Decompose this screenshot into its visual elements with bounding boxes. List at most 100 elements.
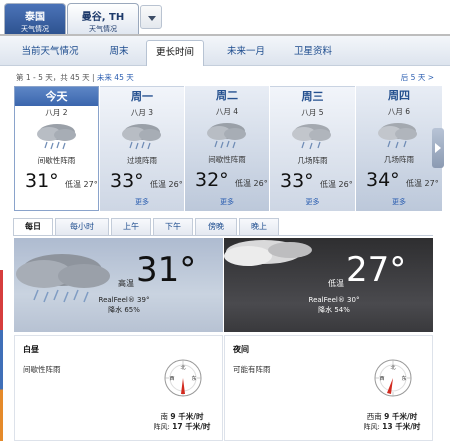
period-tabs: 每日 每小时 上午 下午 傍晚 晚上 — [13, 218, 433, 236]
more-link[interactable]: 更多 — [356, 197, 442, 207]
next-5-days-link[interactable]: 后 5 天 > — [401, 72, 434, 83]
day-card-mon[interactable]: 周一 八月 3 过境阵雨 33° 低温 26° 更多 — [100, 86, 184, 211]
location-tab-thailand[interactable]: 泰国 天气情况 — [4, 3, 66, 35]
main-nav: 当前天气情况 周末 更长时间 未来一月 卫星资料 — [0, 36, 450, 66]
compass-north-label: 北 — [180, 364, 185, 371]
day-realfeel: RealFeel® 39° — [98, 296, 150, 304]
low-temp: 低温 26° — [150, 180, 183, 189]
night-realfeel: RealFeel® 30° — [308, 296, 360, 304]
night-wind-direction: 西南 — [366, 412, 382, 421]
low-temp: 低温 27° — [65, 180, 98, 189]
day-panel-desc: 间歇性阵雨 — [23, 365, 61, 374]
day-name: 周三 — [301, 90, 324, 103]
day-temps: 33° 低温 26° — [100, 170, 184, 196]
five-day-strip: 今天 八月 2 间歇性阵雨 31° 低温 27° 周一 八月 3 过境阵雨 33… — [14, 86, 442, 211]
night-wind-speed: 9 千米/时 — [384, 412, 418, 421]
night-gust-speed: 13 千米/时 — [382, 422, 421, 431]
range-row: 第 1 - 5 天，共 45 天 | 未来 45 天 后 5 天 > — [0, 68, 450, 84]
day-desc: 几场阵雨 — [297, 156, 328, 165]
chevron-down-icon — [148, 16, 156, 21]
day-gust-speed: 17 千米/时 — [172, 422, 211, 431]
night-panel: 夜间 可能有阵雨 北 东 西 西南 9 千米/时 阵风: 13 千米/时 — [224, 335, 433, 441]
nav-tab-satellite[interactable]: 卫星资料 — [284, 40, 342, 66]
night-panel-desc: 可能有阵雨 — [233, 365, 271, 374]
high-temp: 31° — [25, 170, 59, 192]
low-temp: 低温 26° — [235, 179, 268, 188]
day-card-today[interactable]: 今天 八月 2 间歇性阵雨 31° 低温 27° — [14, 86, 99, 211]
wind-compass-icon: 北 东 西 — [374, 359, 412, 397]
night-panel-image: 低温 27° RealFeel® 30° 降水 54% — [224, 238, 433, 332]
day-date: 八月 5 — [301, 108, 324, 117]
period-tab-evening[interactable]: 傍晚 — [195, 218, 237, 236]
range-45-day-link[interactable]: 未来 45 天 — [97, 73, 134, 82]
compass-north-label: 北 — [390, 364, 395, 371]
location-tab-title: 曼谷, TH — [81, 12, 125, 23]
location-dropdown-button[interactable] — [140, 5, 162, 29]
rain-cloud-icon — [356, 117, 442, 153]
day-gust: 阵风: 17 千米/时 — [137, 421, 227, 432]
high-temp: 34° — [366, 169, 400, 191]
location-tab-subtitle: 天气情况 — [21, 25, 49, 33]
side-color-strip — [0, 270, 3, 441]
nav-tab-current[interactable]: 当前天气情况 — [14, 40, 86, 66]
period-tab-night[interactable]: 晚上 — [239, 218, 279, 236]
range-text: 第 1 - 5 天，共 45 天 — [16, 73, 90, 82]
rain-cloud-icon — [100, 118, 184, 154]
night-gust: 阵风: 13 千米/时 — [347, 421, 437, 432]
low-temp: 低温 27° — [406, 179, 439, 188]
day-panel: 白昼 间歇性阵雨 北 东 西 南 9 千米/时 阵风: 17 千米/时 — [14, 335, 223, 441]
location-tab-bangkok[interactable]: 曼谷, TH 天气情况 — [67, 3, 139, 35]
day-date: 八月 4 — [215, 107, 239, 116]
day-date: 八月 2 — [45, 108, 68, 117]
compass-west-label: 西 — [379, 376, 384, 382]
day-desc: 间歇性阵雨 — [208, 155, 246, 164]
day-temps: 32° 低温 26° — [185, 169, 269, 195]
day-temps: 31° 低温 27° — [15, 170, 98, 196]
day-temps: 34° 低温 27° — [356, 169, 442, 195]
range-info: 第 1 - 5 天，共 45 天 | 未来 45 天 — [16, 72, 134, 83]
day-name: 周四 — [388, 89, 410, 102]
period-tab-morning[interactable]: 上午 — [111, 218, 151, 236]
next-days-arrow-button[interactable] — [432, 128, 444, 168]
day-card-tue[interactable]: 周二 八月 4 间歇性阵雨 32° 低温 26° 更多 — [185, 86, 269, 211]
period-tab-daily[interactable]: 每日 — [13, 218, 53, 236]
night-gust-label: 阵风: — [363, 423, 380, 431]
night-precip: 降水 54% — [318, 306, 350, 314]
day-big-temp: 31° — [136, 250, 197, 290]
day-name: 周一 — [131, 90, 153, 103]
day-card-thu[interactable]: 周四 八月 6 几场阵雨 34° 低温 27° 更多 — [356, 86, 442, 211]
location-tab-subtitle: 天气情况 — [89, 25, 117, 33]
compass-east-label: 东 — [401, 375, 406, 382]
day-high-label: 高温 — [118, 279, 134, 288]
day-card-wed[interactable]: 周三 八月 5 几场阵雨 33° 低温 26° 更多 — [270, 86, 355, 211]
nav-tab-weekend[interactable]: 周末 — [96, 40, 142, 66]
chevron-right-icon — [435, 143, 441, 153]
night-cloud-icon — [224, 240, 312, 266]
day-wind-direction: 南 — [160, 412, 169, 421]
day-date: 八月 3 — [130, 108, 154, 117]
more-link[interactable]: 更多 — [185, 197, 269, 207]
nav-tab-extended[interactable]: 更长时间 — [146, 40, 204, 66]
more-link[interactable]: 更多 — [270, 197, 355, 207]
day-name: 周二 — [216, 89, 238, 102]
day-precip: 降水 65% — [108, 306, 140, 314]
period-tab-hourly[interactable]: 每小时 — [55, 218, 109, 236]
day-wind-speed: 9 千米/时 — [170, 412, 204, 421]
period-tab-afternoon[interactable]: 下午 — [153, 218, 193, 236]
night-low-label: 低温 — [328, 279, 344, 288]
nav-tab-month[interactable]: 未来一月 — [214, 40, 278, 66]
high-temp: 33° — [280, 170, 314, 192]
day-panel-image: 高温 31° RealFeel® 39° 降水 65% — [14, 238, 223, 332]
day-name: 今天 — [15, 87, 98, 106]
day-desc: 过境阵雨 — [127, 156, 157, 165]
high-temp: 33° — [110, 170, 144, 192]
compass-west-label: 西 — [169, 376, 174, 382]
night-panel-title: 夜间 — [233, 345, 249, 354]
more-link[interactable]: 更多 — [100, 197, 184, 207]
range-separator: | — [92, 73, 95, 82]
high-temp: 32° — [195, 169, 229, 191]
rain-cloud-icon — [15, 118, 98, 154]
day-date: 八月 6 — [387, 107, 411, 116]
rain-cloud-icon — [185, 117, 269, 153]
rain-cloud-icon — [270, 118, 355, 154]
